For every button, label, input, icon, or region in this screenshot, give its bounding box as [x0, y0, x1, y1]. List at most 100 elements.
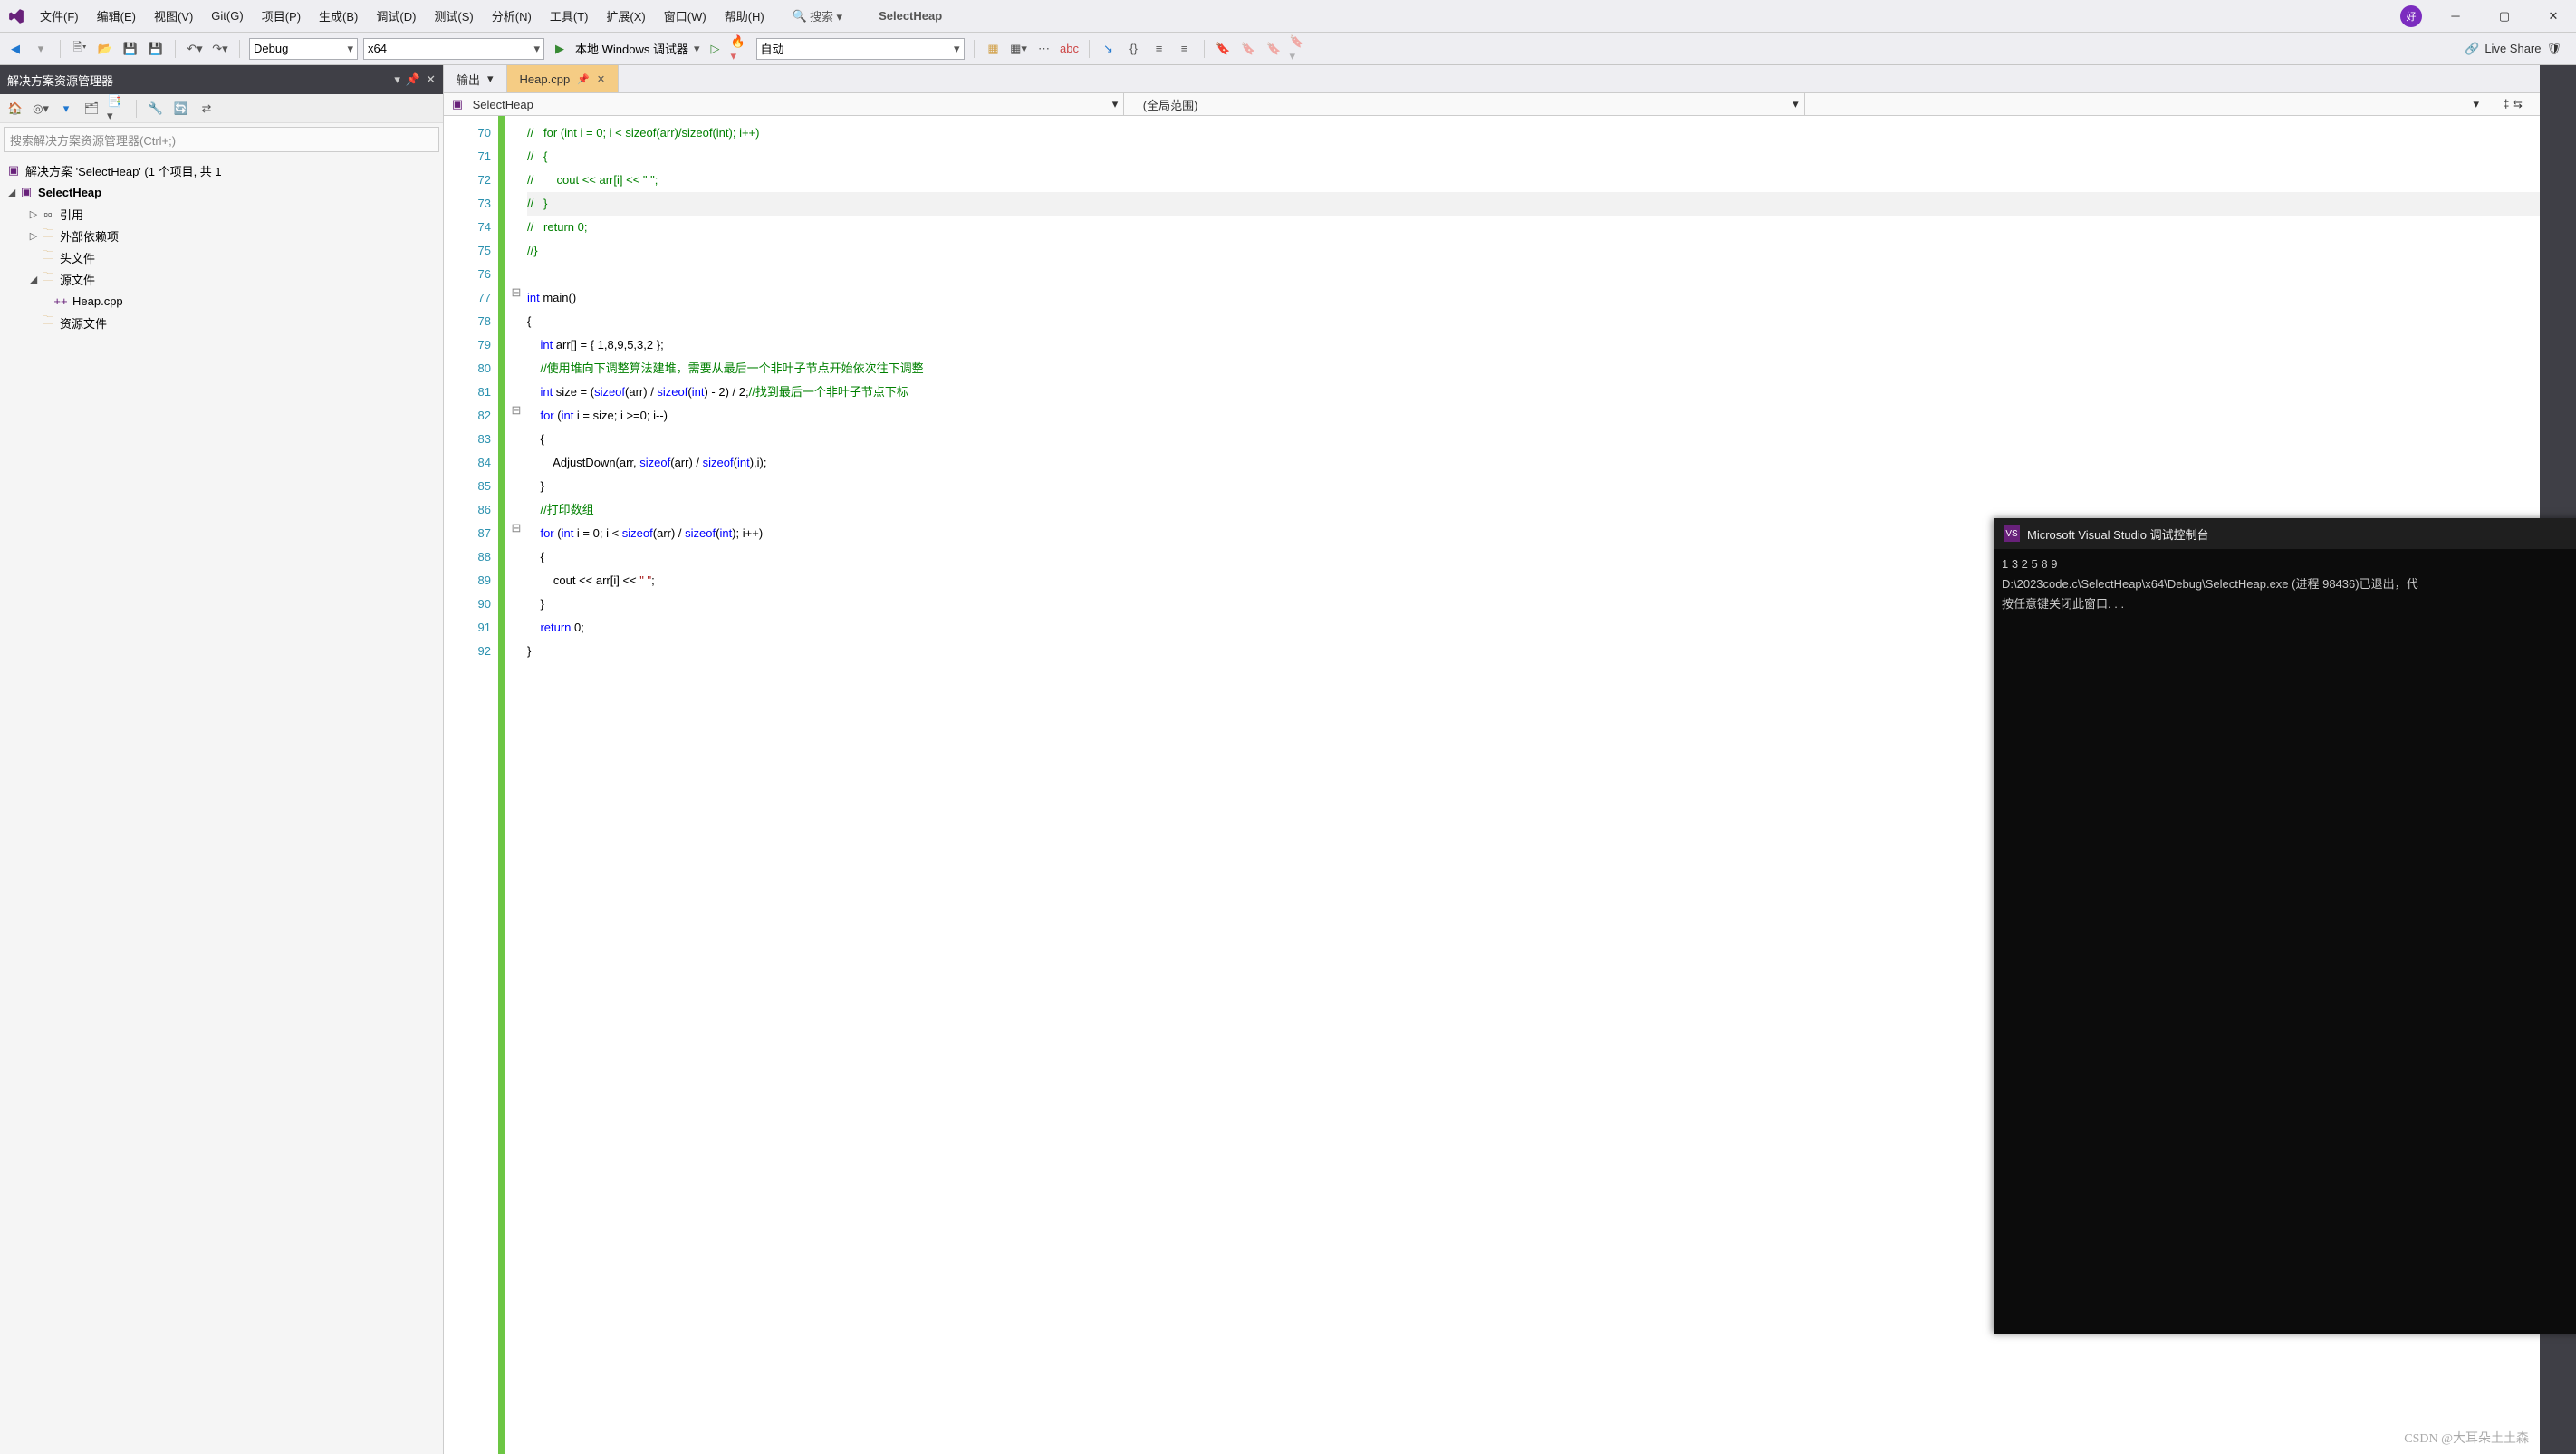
auto-combo[interactable]: 自动▾ [756, 38, 965, 60]
project-icon: ▣ [449, 97, 466, 111]
debugger-label[interactable]: 本地 Windows 调试器 [575, 40, 688, 57]
user-avatar[interactable]: 好 [2400, 5, 2422, 27]
panel-title: 解决方案资源管理器 [7, 72, 113, 89]
tab-heap-cpp[interactable]: Heap.cpp📌✕ [507, 65, 620, 92]
debug-console-window[interactable]: VS Microsoft Visual Studio 调试控制台 1 3 2 5… [1994, 518, 2576, 1334]
tb-step-2[interactable]: {} [1124, 39, 1144, 59]
tb-bm-1[interactable]: 🔖 [1214, 39, 1234, 59]
pt-5[interactable]: 📑▾ [107, 99, 127, 119]
tb-bm-3[interactable]: 🔖 [1264, 39, 1284, 59]
folder-icon: 🗀 [40, 313, 56, 332]
search-icon: 🔍 [793, 9, 807, 24]
panel-dropdown-icon[interactable]: ▾ [394, 72, 400, 87]
change-indicator [498, 116, 505, 1454]
tb-misc-2[interactable]: ▦▾ [1009, 39, 1029, 59]
main-menu: 文件(F)编辑(E)视图(V)Git(G)项目(P)生成(B)调试(D)测试(S… [31, 0, 774, 32]
pt-6[interactable]: 🔧 [146, 99, 166, 119]
editor-navbar: ▣ SelectHeap▾ (全局范围)▾ ▾ ‡ ⇆ [444, 92, 2540, 116]
start-nodebug-icon[interactable]: ▷ [706, 39, 726, 59]
panel-search-input[interactable]: 搜索解决方案资源管理器(Ctrl+;) [4, 127, 439, 152]
save-icon[interactable]: 💾 [120, 39, 140, 59]
panel-pin-icon[interactable]: 📌 [406, 72, 420, 87]
file-heap-cpp[interactable]: ++Heap.cpp [0, 290, 443, 312]
line-gutter: 7071727374757677787980818283848586878889… [444, 116, 498, 1454]
vs-logo-icon [7, 7, 25, 25]
pt-3[interactable]: ▾ [56, 99, 76, 119]
tb-bm-4[interactable]: 🔖▾ [1290, 39, 1310, 59]
menu-item[interactable]: 调试(D) [367, 0, 425, 32]
menu-item[interactable]: 分析(N) [483, 0, 541, 32]
menu-item[interactable]: Git(G) [202, 0, 252, 32]
project-node[interactable]: ◢▣SelectHeap [0, 181, 443, 203]
admin-icon: 🛡 [2546, 42, 2562, 56]
nav-split-icon[interactable]: ‡ ⇆ [2485, 93, 2540, 115]
quick-search[interactable]: 🔍 搜索 ▾ [783, 6, 842, 25]
menu-item[interactable]: 项目(P) [253, 0, 310, 32]
platform-combo[interactable]: x64▾ [363, 38, 544, 60]
menu-item[interactable]: 视图(V) [145, 0, 202, 32]
tb-misc-4[interactable]: abc [1060, 39, 1080, 59]
console-output: 1 3 2 5 8 9 D:\2023code.c\SelectHeap\x64… [1994, 549, 2576, 1334]
solution-explorer: 解决方案资源管理器 ▾ 📌 ✕ 🏠 ◎▾ ▾ 🗂 📑▾ 🔧 🔄 ⇄ 搜索解决方案资源… [0, 65, 444, 1454]
tb-step-3[interactable]: ≡ [1149, 39, 1169, 59]
tb-misc-3[interactable]: ⋯ [1034, 39, 1054, 59]
expand-icon[interactable]: ◢ [5, 187, 18, 198]
redo-icon[interactable]: ↷▾ [210, 39, 230, 59]
console-title-text: Microsoft Visual Studio 调试控制台 [2027, 525, 2209, 543]
menu-item[interactable]: 工具(T) [541, 0, 598, 32]
live-share-button[interactable]: 🔗 Live Share 🛡 [2456, 42, 2571, 56]
nav-scope-left[interactable]: ▣ SelectHeap▾ [444, 93, 1124, 115]
fold-gutter[interactable]: ⊟ ⊟ ⊟ [509, 116, 524, 1454]
expand-icon[interactable]: ▷ [27, 230, 40, 242]
close-icon[interactable]: ✕ [597, 73, 605, 85]
references-node[interactable]: ▷▫▫引用 [0, 203, 443, 225]
panel-close-icon[interactable]: ✕ [426, 72, 436, 87]
new-project-icon[interactable]: 🗎▾ [70, 39, 90, 59]
hot-reload-icon[interactable]: 🔥▾ [731, 39, 751, 59]
pt-4[interactable]: 🗂 [82, 99, 101, 119]
nav-fwd-icon[interactable]: ▾ [31, 39, 51, 59]
menu-item[interactable]: 文件(F) [31, 0, 88, 32]
start-debug-icon[interactable]: ▶ [550, 39, 570, 59]
tb-misc-1[interactable]: ▦ [984, 39, 1004, 59]
external-deps-node[interactable]: ▷🗀外部依赖项 [0, 225, 443, 246]
title-bar: 文件(F)编辑(E)视图(V)Git(G)项目(P)生成(B)调试(D)测试(S… [0, 0, 2576, 33]
expand-icon[interactable]: ◢ [27, 274, 40, 285]
tb-step-4[interactable]: ≡ [1175, 39, 1195, 59]
tb-step-1[interactable]: ↘ [1099, 39, 1119, 59]
expand-icon[interactable]: ▷ [27, 208, 40, 220]
minimize-button[interactable]: ─ [2440, 5, 2471, 28]
home-icon[interactable]: 🏠 [5, 99, 25, 119]
cpp-file-icon: ++ [53, 294, 69, 308]
close-button[interactable]: ✕ [2538, 5, 2569, 28]
sources-node[interactable]: ◢🗀源文件 [0, 268, 443, 290]
solution-tree: ▣解决方案 'SelectHeap' (1 个项目, 共 1 ◢▣SelectH… [0, 156, 443, 1454]
undo-icon[interactable]: ↶▾ [185, 39, 205, 59]
menu-item[interactable]: 编辑(E) [88, 0, 145, 32]
console-titlebar[interactable]: VS Microsoft Visual Studio 调试控制台 [1994, 518, 2576, 549]
menu-item[interactable]: 扩展(X) [597, 0, 654, 32]
tab-output[interactable]: 输出▾ [444, 65, 507, 92]
nav-back-icon[interactable]: ◀ [5, 39, 25, 59]
open-icon[interactable]: 📂 [95, 39, 115, 59]
pin-icon[interactable]: 📌 [577, 73, 590, 85]
menu-item[interactable]: 测试(S) [425, 0, 482, 32]
project-icon: ▣ [18, 185, 34, 199]
solution-node[interactable]: ▣解决方案 'SelectHeap' (1 个项目, 共 1 [0, 159, 443, 181]
pt-7[interactable]: 🔄 [171, 99, 191, 119]
pt-2[interactable]: ◎▾ [31, 99, 51, 119]
menu-item[interactable]: 帮助(H) [716, 0, 774, 32]
chevron-down-icon: ▾ [487, 72, 494, 86]
save-all-icon[interactable]: 💾 [146, 39, 166, 59]
nav-scope-mid[interactable]: (全局范围)▾ [1124, 93, 1804, 115]
headers-node[interactable]: 🗀头文件 [0, 246, 443, 268]
pt-8[interactable]: ⇄ [197, 99, 216, 119]
menu-item[interactable]: 生成(B) [310, 0, 367, 32]
menu-item[interactable]: 窗口(W) [655, 0, 716, 32]
tb-bm-2[interactable]: 🔖 [1239, 39, 1259, 59]
resources-node[interactable]: 🗀资源文件 [0, 312, 443, 333]
maximize-button[interactable]: ▢ [2489, 5, 2520, 28]
config-combo[interactable]: Debug▾ [249, 38, 358, 60]
nav-scope-right[interactable]: ▾ [1805, 93, 2485, 115]
main-toolbar: ◀ ▾ 🗎▾ 📂 💾 💾 ↶▾ ↷▾ Debug▾ x64▾ ▶ 本地 Wind… [0, 33, 2576, 65]
